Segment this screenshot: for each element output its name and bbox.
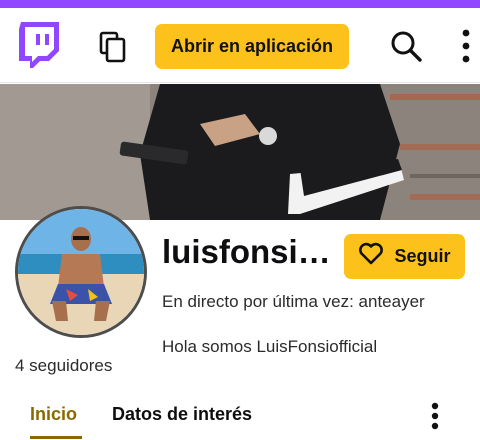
follow-button[interactable]: Seguir: [344, 234, 465, 279]
channel-name: luisfonsi…: [162, 233, 331, 270]
top-accent-bar: [0, 0, 480, 8]
followers-count: 4 seguidores: [15, 356, 113, 375]
tab-home[interactable]: Inicio: [30, 404, 77, 425]
copy-icon[interactable]: [96, 30, 130, 64]
tab-about[interactable]: Datos de interés: [112, 404, 252, 425]
open-in-app-button[interactable]: Abrir en aplicación: [155, 24, 349, 69]
active-tab-indicator: [30, 436, 82, 439]
channel-bio: Hola somos LuisFonsiofficial: [162, 337, 378, 356]
top-navigation-bar: Abrir en aplicación: [0, 8, 480, 83]
search-icon[interactable]: [389, 29, 423, 63]
channel-tabs: Inicio Datos de interés: [0, 395, 480, 440]
last-live-status: En directo por última vez: anteayer: [162, 292, 425, 311]
twitch-logo-icon[interactable]: [16, 20, 62, 70]
heart-icon: [358, 242, 384, 271]
more-vertical-icon[interactable]: [454, 26, 478, 66]
profile-banner-image: [0, 84, 480, 220]
avatar[interactable]: [15, 206, 147, 338]
follow-button-label: Seguir: [394, 246, 451, 266]
tabs-more-icon[interactable]: [423, 400, 447, 432]
